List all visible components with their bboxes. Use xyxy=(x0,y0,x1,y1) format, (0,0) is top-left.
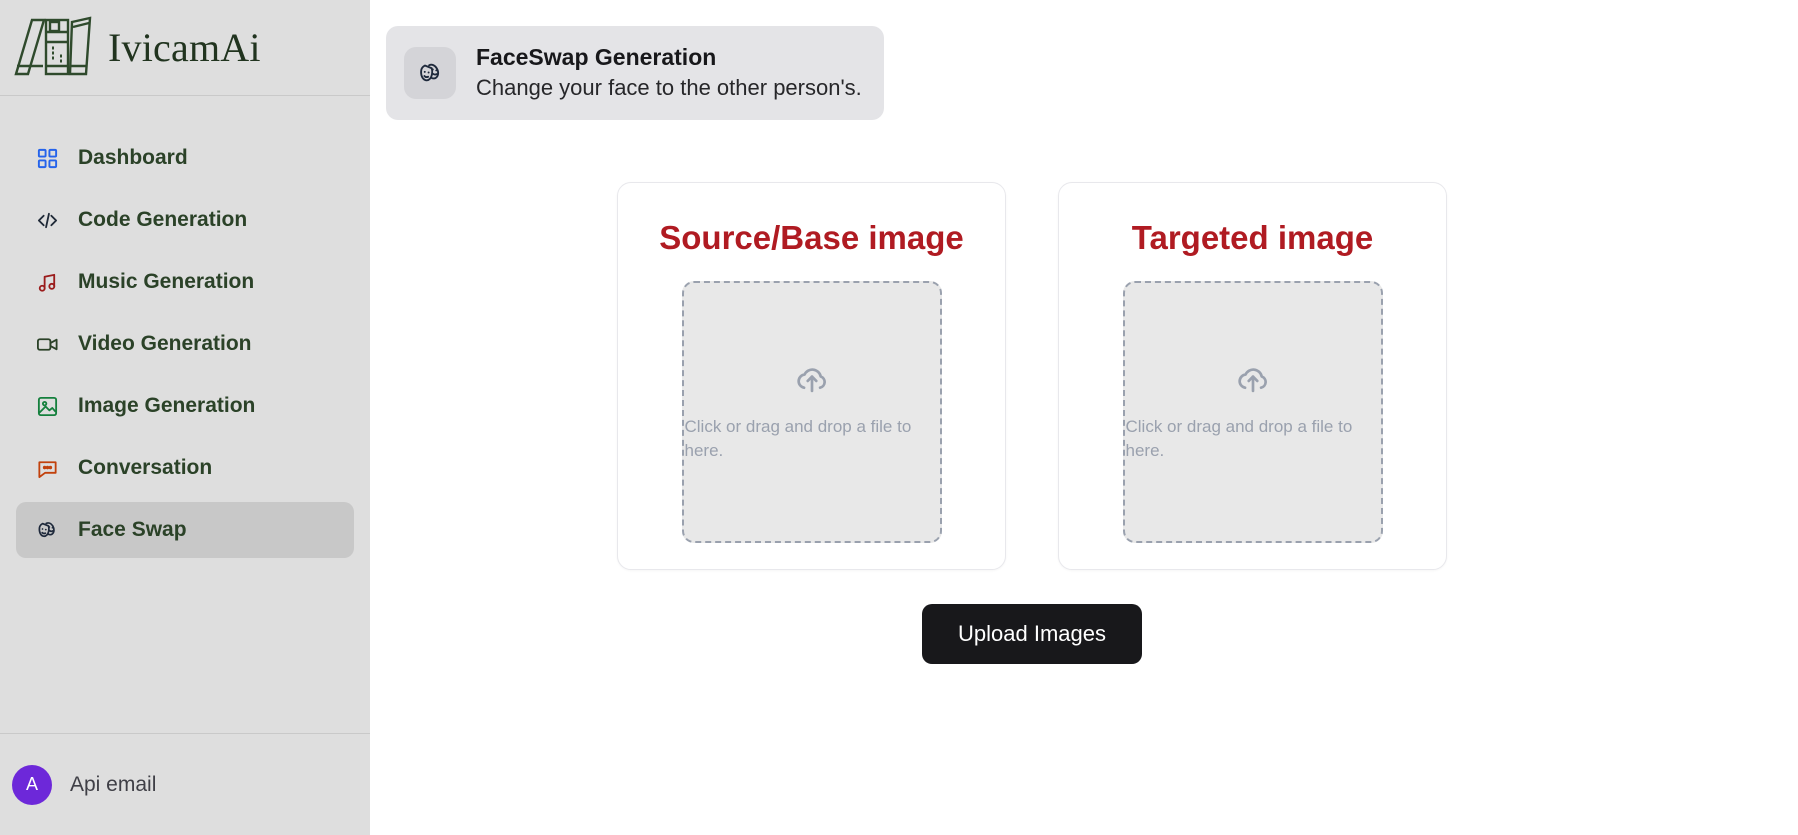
theater-masks-icon xyxy=(34,517,60,543)
targeted-image-dropzone[interactable]: Click or drag and drop a file to here. xyxy=(1122,280,1383,543)
sidebar-item-dashboard[interactable]: Dashboard xyxy=(16,130,354,186)
page-subtitle: Change your face to the other person's. xyxy=(476,75,862,101)
image-icon xyxy=(34,393,60,419)
sidebar: IvicamAi Dashboard Code Generation Music… xyxy=(0,0,370,835)
sidebar-item-label: Video Generation xyxy=(78,332,252,355)
card-title: Targeted image xyxy=(1131,218,1374,256)
sidebar-item-label: Music Generation xyxy=(78,270,255,293)
sidebar-item-label: Face Swap xyxy=(78,518,187,541)
sidebar-item-label: Conversation xyxy=(78,456,213,479)
page-header-card: FaceSwap Generation Change your face to … xyxy=(386,26,884,120)
dropzone-hint: Click or drag and drop a file to here. xyxy=(684,417,912,461)
sidebar-nav: Dashboard Code Generation Music Generati… xyxy=(0,96,370,733)
chat-bubble-icon xyxy=(34,455,60,481)
upload-button-wrap: Upload Images xyxy=(386,603,1798,664)
sidebar-footer-user[interactable]: A Api email xyxy=(0,733,370,835)
sidebar-item-music-generation[interactable]: Music Generation xyxy=(16,254,354,310)
code-icon xyxy=(34,207,60,233)
source-image-card: Source/Base image Click or drag and drop… xyxy=(617,181,1006,570)
sidebar-item-conversation[interactable]: Conversation xyxy=(16,440,354,496)
sidebar-item-face-swap[interactable]: Face Swap xyxy=(16,502,354,558)
card-title: Source/Base image xyxy=(659,218,964,256)
user-email-label: Api email xyxy=(70,772,157,796)
sidebar-item-label: Image Generation xyxy=(78,394,256,417)
sidebar-item-label: Code Generation xyxy=(78,208,248,231)
grid-icon xyxy=(34,145,60,171)
sidebar-item-code-generation[interactable]: Code Generation xyxy=(16,192,354,248)
dropzone-inner: Click or drag and drop a file to here. xyxy=(684,360,940,463)
page-title: FaceSwap Generation xyxy=(476,44,717,70)
page-header-text: FaceSwap Generation Change your face to … xyxy=(476,42,862,104)
brand-name: IvicamAi xyxy=(108,25,261,70)
app-root: IvicamAi Dashboard Code Generation Music… xyxy=(0,0,1798,835)
dropzone-inner: Click or drag and drop a file to here. xyxy=(1125,360,1381,463)
main-content: FaceSwap Generation Change your face to … xyxy=(370,0,1798,835)
targeted-image-card: Targeted image Click or drag and drop a … xyxy=(1058,181,1447,570)
cloud-upload-icon xyxy=(1234,360,1272,403)
dropzone-hint: Click or drag and drop a file to here. xyxy=(1125,417,1353,461)
music-note-icon xyxy=(34,269,60,295)
sidebar-item-label: Dashboard xyxy=(78,146,188,169)
video-camera-icon xyxy=(34,331,60,357)
sidebar-item-video-generation[interactable]: Video Generation xyxy=(16,316,354,372)
avatar: A xyxy=(12,764,52,805)
upload-images-button[interactable]: Upload Images xyxy=(922,603,1142,664)
sidebar-item-image-generation[interactable]: Image Generation xyxy=(16,378,354,434)
cloud-upload-icon xyxy=(793,360,831,403)
theater-masks-icon xyxy=(404,46,456,99)
books-logo-icon xyxy=(10,12,94,84)
source-image-dropzone[interactable]: Click or drag and drop a file to here. xyxy=(681,280,942,543)
brand-header[interactable]: IvicamAi xyxy=(0,0,370,96)
upload-cards-row: Source/Base image Click or drag and drop… xyxy=(386,181,1798,570)
